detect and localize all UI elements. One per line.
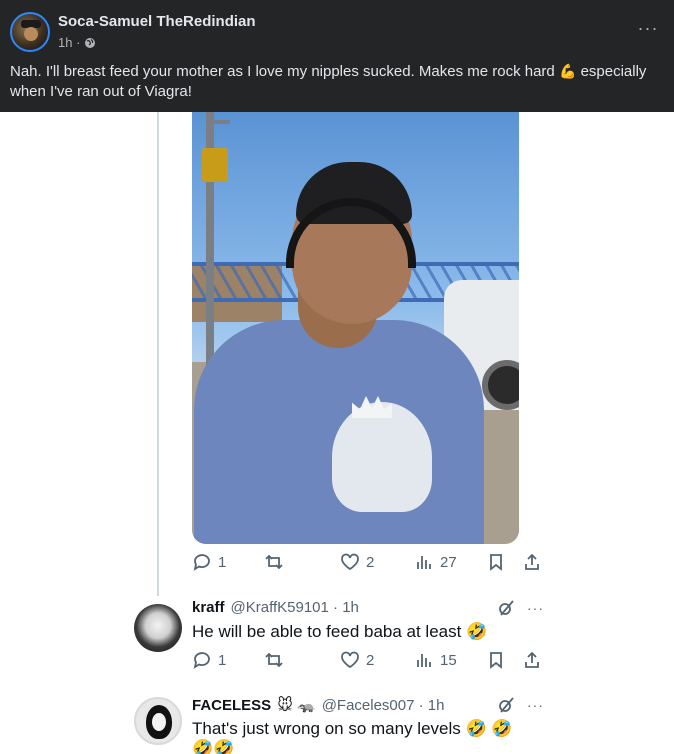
reply-avatar-faceless[interactable] (134, 697, 182, 745)
tweet-photo[interactable] (192, 112, 519, 544)
share-icon (525, 553, 539, 570)
views-action[interactable]: 15 (414, 650, 457, 670)
reply-text-body: That's just wrong on so many levels (192, 719, 461, 738)
reply-text-kraff: He will be able to feed baba at least 🤣 (192, 621, 487, 643)
reply-author-name[interactable]: kraff (192, 599, 225, 616)
bookmark-icon (490, 554, 502, 571)
reply-text-faceless-line2: 🤣🤣 (192, 738, 234, 754)
grok-icon[interactable] (497, 696, 515, 714)
flexed-biceps-emoji: 💪 (558, 63, 577, 79)
like-action[interactable]: 2 (340, 650, 374, 670)
rofl-emoji: 🤣 (466, 622, 488, 641)
reply-author-name[interactable]: FACELESS (192, 697, 271, 714)
retweet-icon (265, 554, 283, 570)
reply-tools-kraff: ··· (497, 599, 544, 617)
reply-avatar-kraff[interactable] (134, 604, 182, 652)
bookmark-action[interactable] (486, 552, 506, 572)
bookmark-action[interactable] (486, 650, 506, 670)
views-action[interactable]: 27 (414, 552, 457, 572)
retweet-action[interactable] (264, 650, 290, 670)
facebook-post-header: Soca-Samuel TheRedindian 1h · ··· Nah. I… (0, 0, 674, 112)
reply-action[interactable]: 1 (192, 552, 226, 572)
share-icon (525, 651, 539, 668)
rofl-emoji: 🤣 🤣 (465, 719, 513, 738)
reply-header-faceless: FACELESS 🐭 🦡 @Faceles007 · 1h (192, 696, 445, 715)
views-icon (417, 654, 431, 667)
more-icon[interactable]: ··· (527, 697, 544, 713)
shirt-logo (332, 402, 432, 512)
author-name[interactable]: Soca-Samuel TheRedindian (58, 13, 256, 30)
like-action[interactable]: 2 (340, 552, 374, 572)
reply-author-handle[interactable]: @Faceles007 · 1h (322, 697, 445, 714)
name-emoji: 🐭 🦡 (277, 697, 316, 714)
heart-icon (341, 553, 359, 571)
reply-icon (193, 554, 210, 571)
views-icon (417, 556, 431, 569)
reply-author-handle[interactable]: @KraffK59101 · 1h (231, 599, 359, 616)
rofl-emoji-line2: 🤣🤣 (192, 739, 235, 754)
reply-actions-kraff: 1 2 15 (192, 650, 552, 672)
like-count: 2 (366, 553, 375, 571)
heart-icon (341, 651, 359, 669)
post-time[interactable]: 1h · (58, 35, 80, 50)
avatar-face (24, 27, 38, 41)
post-text-main: Nah. I'll breast feed your mother as I l… (10, 63, 555, 80)
traffic-signal (202, 148, 228, 182)
reply-tools-faceless: ··· (497, 696, 544, 714)
reply-count: 1 (218, 553, 227, 571)
views-count: 15 (440, 651, 457, 669)
reply-action[interactable]: 1 (192, 650, 226, 670)
reply-text-faceless: That's just wrong on so many levels 🤣 🤣 (192, 718, 513, 740)
globe-icon (85, 37, 96, 48)
post-text: Nah. I'll breast feed your mother as I l… (10, 61, 666, 102)
share-action[interactable] (522, 552, 542, 572)
retweet-action[interactable] (264, 552, 290, 572)
like-count: 2 (366, 651, 375, 669)
reply-header-kraff: kraff @KraffK59101 · 1h (192, 599, 359, 616)
avatar-mask-face (152, 713, 166, 731)
post-meta: 1h · (58, 35, 96, 50)
author-avatar[interactable] (10, 12, 50, 52)
photo-pole-arm (206, 120, 230, 124)
reply-count: 1 (218, 651, 227, 669)
retweet-icon (265, 652, 283, 668)
share-action[interactable] (522, 650, 542, 670)
reply-text-body: He will be able to feed baba at least (192, 622, 462, 641)
bookmark-icon (490, 652, 502, 669)
reply-icon (193, 652, 210, 669)
more-icon[interactable]: ··· (527, 600, 544, 616)
thread-connector (157, 112, 159, 596)
post-more-button[interactable]: ··· (636, 18, 660, 42)
grok-icon[interactable] (497, 599, 515, 617)
views-count: 27 (440, 553, 457, 571)
tweet-actions: 1 2 27 (192, 552, 552, 574)
